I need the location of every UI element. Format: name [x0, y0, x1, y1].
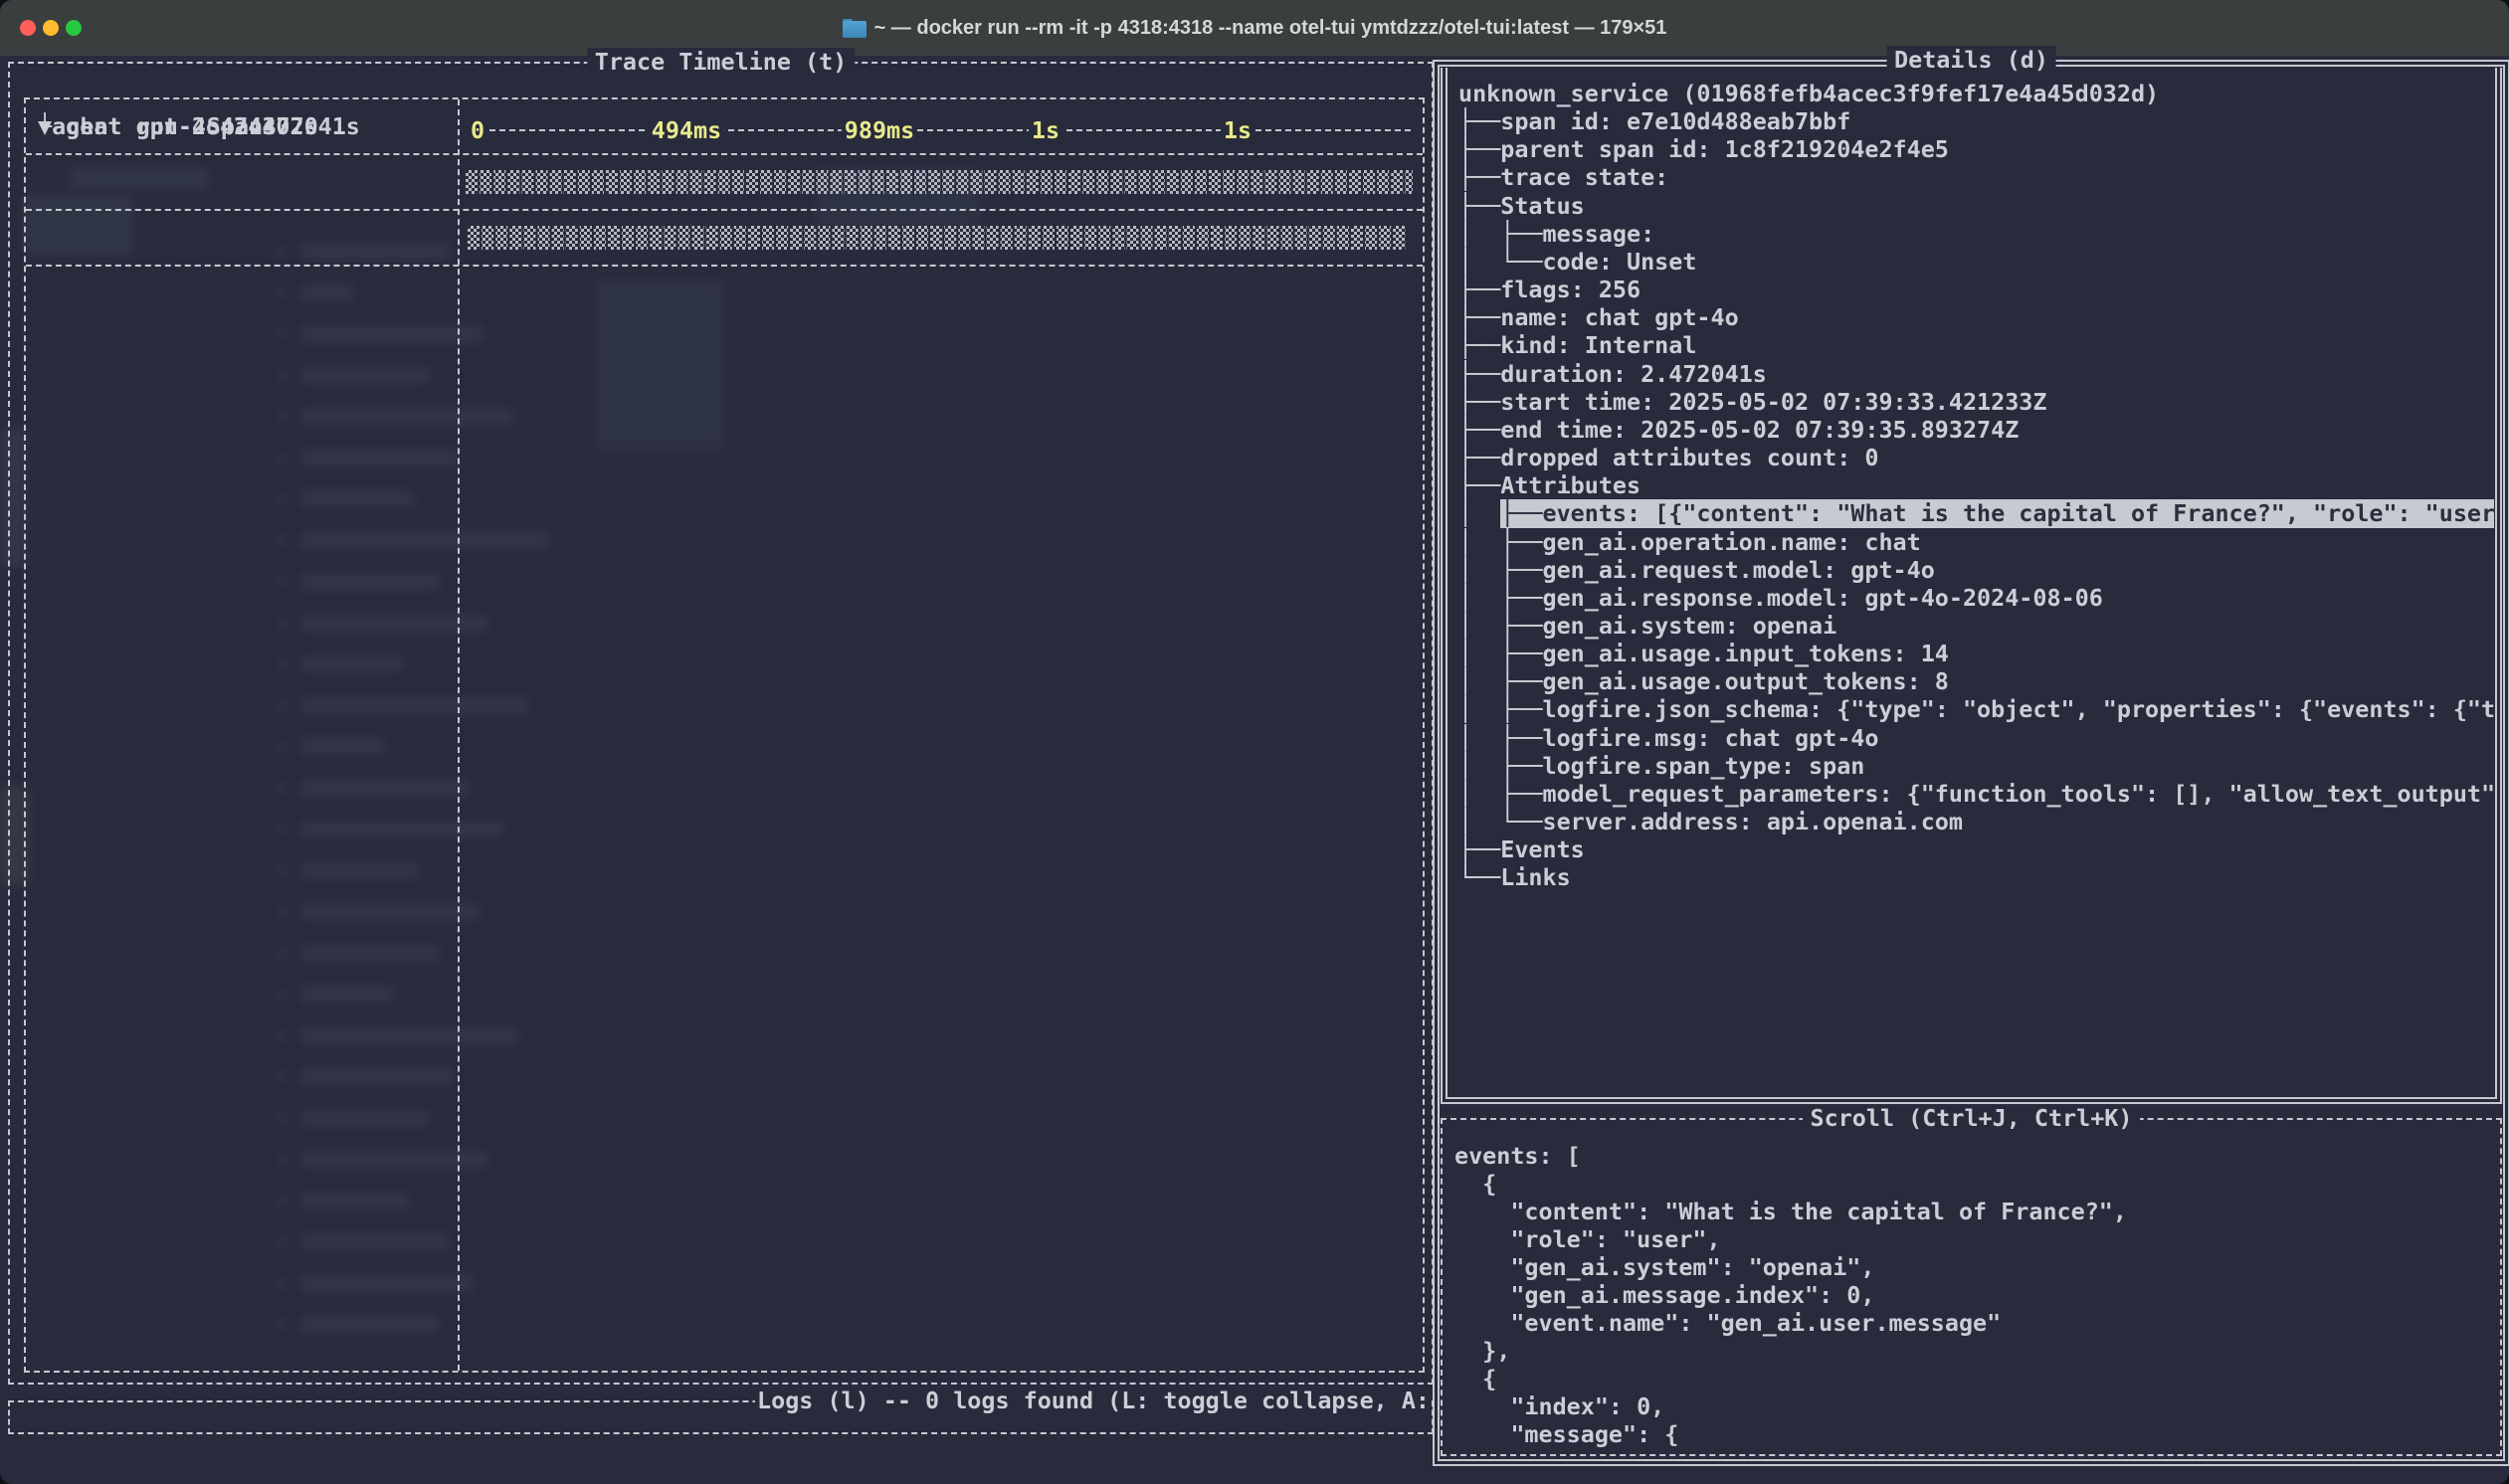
tree-line[interactable]: ├──Status	[1458, 192, 2494, 220]
tree-line[interactable]: │ ├──events: [{"content": "What is the c…	[1458, 499, 2494, 527]
traffic-lights	[20, 0, 82, 56]
json-line: "role": "user",	[1454, 1225, 2492, 1253]
row-separator	[26, 153, 1423, 155]
tree-line[interactable]: │ ├──gen_ai.request.model: gpt-4o	[1458, 556, 2494, 584]
json-line: "content": "What is the capital of Franc…	[1454, 1198, 2492, 1225]
scroll-panel-title: Scroll (Ctrl+J, Ctrl+K)	[1803, 1104, 2141, 1132]
axis-tick-label: 1s	[1029, 116, 1062, 144]
json-line: "index": 0,	[1454, 1392, 2492, 1420]
tree-line[interactable]: ├──duration: 2.472041s	[1458, 360, 2494, 388]
json-line: "event.name": "gen_ai.user.message"	[1454, 1309, 2492, 1337]
titlebar[interactable]: ~ — docker run --rm -it -p 4318:4318 --n…	[0, 0, 2509, 57]
tree-line[interactable]: ├──kind: Internal	[1458, 331, 2494, 359]
tree-line[interactable]: │ ├──message:	[1458, 220, 2494, 248]
json-line: {	[1454, 1365, 2492, 1392]
tree-line[interactable]: │ ├──gen_ai.response.model: gpt-4o-2024-…	[1458, 584, 2494, 612]
span-duration-bar	[468, 226, 1407, 250]
logs-panel-title: Logs (l) -- 0 logs found (L: toggle coll…	[755, 1387, 1432, 1414]
tree-line[interactable]: ├──Attributes	[1458, 471, 2494, 499]
tree-line[interactable]: │ └──server.address: api.openai.com	[1458, 808, 2494, 835]
json-line: "gen_ai.message.index": 0,	[1454, 1281, 2492, 1309]
tree-line[interactable]: │ ├──logfire.span_type: span	[1458, 752, 2494, 780]
terminal-window: ~ — docker run --rm -it -p 4318:4318 --n…	[0, 0, 2509, 1484]
axis-tick-label: 0	[468, 116, 487, 144]
trace-timeline-panel[interactable]: Trace Timeline (t) Spans 0494ms989ms1s1s…	[8, 62, 1434, 1385]
column-separator	[458, 99, 460, 1371]
window-title: ~ — docker run --rm -it -p 4318:4318 --n…	[874, 17, 1667, 40]
span-details-tree: unknown_service (01968fefb4acec3f9fef17e…	[1458, 80, 2494, 1094]
row-separator	[26, 265, 1423, 267]
tree-line[interactable]: ├──flags: 256	[1458, 276, 2494, 303]
tree-line[interactable]: │ ├──gen_ai.system: openai	[1458, 612, 2494, 640]
tree-line[interactable]: ├──span id: e7e10d488eab7bbf	[1458, 107, 2494, 135]
close-button[interactable]	[20, 20, 36, 36]
tree-line[interactable]: │ └──code: Unset	[1458, 248, 2494, 276]
minimize-button[interactable]	[43, 20, 59, 36]
tree-line[interactable]: ├──Events	[1458, 835, 2494, 863]
tree-line[interactable]: ├──end time: 2025-05-02 07:39:35.893274Z	[1458, 416, 2494, 444]
span-details-tree-panel: unknown_service (01968fefb4acec3f9fef17e…	[1441, 68, 2502, 1104]
axis-tick-label: 989ms	[842, 116, 917, 144]
statusbar: Ctrl+L: Reduce the width | Ctrl+H: Expan…	[14, 1448, 1429, 1478]
tree-line[interactable]: ├──trace state:	[1458, 163, 2494, 191]
axis-tick-label: 1s	[1221, 116, 1254, 144]
tree-line[interactable]: │ ├──logfire.msg: chat gpt-4o	[1458, 724, 2494, 752]
tree-line[interactable]: ├──start time: 2025-05-02 07:39:33.42123…	[1458, 388, 2494, 416]
details-panel-title: Details (d)	[1886, 46, 2056, 74]
scroll-panel[interactable]: Scroll (Ctrl+J, Ctrl+K) events: [ { "con…	[1441, 1118, 2502, 1456]
tree-line[interactable]: │ ├──gen_ai.usage.output_tokens: 8	[1458, 667, 2494, 695]
tree-line[interactable]: ├──parent span id: 1c8f219204e2f4e5	[1458, 135, 2494, 163]
json-line: "message": {	[1454, 1420, 2492, 1448]
tree-line[interactable]: └──Links	[1458, 863, 2494, 891]
span-row[interactable]: └ chat gpt-4o 2.472041s	[26, 99, 456, 153]
tree-line[interactable]: ├──name: chat gpt-4o	[1458, 303, 2494, 331]
json-line: },	[1454, 1337, 2492, 1365]
timeline-axis: 0 494ms 989ms 1s 1s	[458, 99, 1423, 153]
window-title-wrap: ~ — docker run --rm -it -p 4318:4318 --n…	[843, 17, 1667, 40]
spans-table: Spans 0494ms989ms1s1s ▼agent run 2.47430…	[24, 97, 1425, 1373]
tree-line[interactable]: │ ├──model_request_parameters: {"functio…	[1458, 780, 2494, 808]
tree-line[interactable]: │ ├──logfire.json_schema: {"type": "obje…	[1458, 695, 2494, 723]
trace-timeline-title: Trace Timeline (t)	[587, 48, 855, 76]
zoom-button[interactable]	[66, 20, 82, 36]
folder-icon	[843, 19, 867, 38]
json-line: events: [	[1454, 1142, 2492, 1170]
span-duration-bar	[466, 170, 1413, 194]
tree-line[interactable]: ├──dropped attributes count: 0	[1458, 444, 2494, 471]
tree-line[interactable]: │ ├──gen_ai.usage.input_tokens: 14	[1458, 640, 2494, 667]
tree-line[interactable]: unknown_service (01968fefb4acec3f9fef17e…	[1458, 80, 2494, 107]
tree-line[interactable]: │ ├──gen_ai.operation.name: chat	[1458, 528, 2494, 556]
scroll-json-content: events: [ { "content": "What is the capi…	[1454, 1142, 2492, 1450]
details-panel[interactable]: Details (d) unknown_service (01968fefb4a…	[1433, 60, 2509, 1466]
logs-panel[interactable]: Logs (l) -- 0 logs found (L: toggle coll…	[8, 1400, 1434, 1434]
json-line: {	[1454, 1170, 2492, 1198]
terminal-content: Trace Timeline (t) Spans 0494ms989ms1s1s…	[0, 56, 2509, 1484]
json-line: "gen_ai.system": "openai",	[1454, 1253, 2492, 1281]
row-separator	[26, 209, 1423, 211]
axis-tick-label: 494ms	[649, 116, 724, 144]
